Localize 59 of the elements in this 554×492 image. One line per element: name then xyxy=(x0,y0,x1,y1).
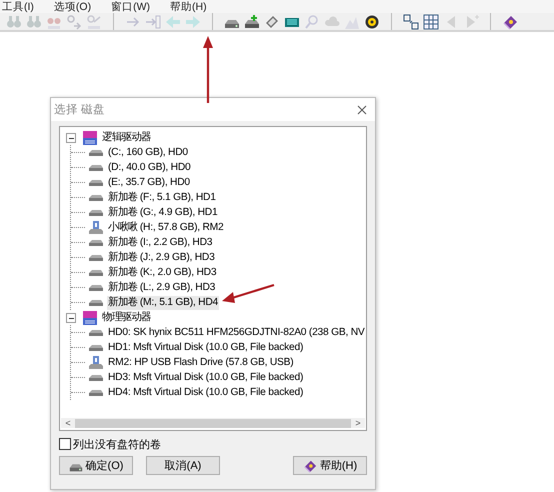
hex-logo-icon xyxy=(82,310,98,326)
drive-icon xyxy=(88,328,104,336)
menu-item[interactable]: 窗口(W) xyxy=(111,0,150,12)
expand-toggle[interactable] xyxy=(66,132,76,142)
scroll-left-arrow[interactable]: < xyxy=(61,418,75,428)
drive-icon xyxy=(88,194,104,202)
tree-item[interactable]: (E:, 35.7 GB), HD0 xyxy=(107,176,191,190)
drive-icon xyxy=(88,298,104,306)
tree-item[interactable]: HD0: SK hynix BC511 HFM256GDJTNI-82A0 (238 GB, NV xyxy=(107,326,366,340)
dialog-title: 选择 磁盘 xyxy=(54,102,106,117)
tree-item[interactable]: 新加卷 (J:, 2.9 GB), HD3 xyxy=(107,250,216,264)
tree-item[interactable]: 新加卷 (M:, 5.1 GB), HD4 xyxy=(107,296,220,310)
tree-item[interactable]: HD3: Msft Virtual Disk (10.0 GB, File backed) xyxy=(107,370,304,384)
close-icon[interactable] xyxy=(357,104,367,114)
tree-item[interactable]: HD1: Msft Virtual Disk (10.0 GB, File backed) xyxy=(107,340,304,354)
compare-icon[interactable] xyxy=(403,14,419,30)
tree-item[interactable]: 逻辑驱动器 xyxy=(101,130,152,144)
tree-item[interactable]: 新加卷 (I:, 2.2 GB), HD3 xyxy=(107,236,214,250)
tree-item[interactable]: 物理驱动器 xyxy=(101,310,152,324)
annotation-arrow xyxy=(203,36,213,103)
grid-icon[interactable] xyxy=(423,14,439,30)
hex-logo-icon xyxy=(82,130,98,146)
tree-item[interactable]: 新加卷 (L:, 2.9 GB), HD3 xyxy=(107,280,216,294)
annotation-arrow xyxy=(222,284,274,303)
dialog-button[interactable]: 帮助(H) xyxy=(293,456,367,475)
menu-item[interactable]: 帮助(H) xyxy=(170,0,207,12)
drive-icon xyxy=(88,344,104,352)
drive-icon xyxy=(88,254,104,262)
drive-icon xyxy=(88,238,104,246)
checkbox[interactable] xyxy=(59,438,71,450)
dialog-button[interactable]: 确定(O) xyxy=(59,456,133,475)
tree-item[interactable]: 新加卷 (G:, 4.9 GB), HD1 xyxy=(107,206,218,220)
book-icon[interactable] xyxy=(502,14,518,30)
expand-toggle[interactable] xyxy=(66,312,76,322)
tree-item[interactable]: 新加卷 (F:, 5.1 GB), HD1 xyxy=(107,190,217,204)
menu-item[interactable]: 工具(I) xyxy=(2,0,34,12)
drive-icon xyxy=(88,208,104,216)
book-icon xyxy=(302,458,317,472)
drive-icon xyxy=(88,284,104,292)
tree-item[interactable]: 新加卷 (K:, 2.0 GB), HD3 xyxy=(107,266,218,280)
menu-item[interactable]: 选项(O) xyxy=(54,0,92,12)
tree-item[interactable]: (C:, 160 GB), HD0 xyxy=(107,146,189,160)
drive-icon xyxy=(88,148,104,156)
drive-icon xyxy=(88,178,104,186)
tree-item[interactable]: 小啾啾 (H:, 57.8 GB), RM2 xyxy=(107,220,224,234)
drive-icon xyxy=(88,164,104,172)
usb-drive-icon xyxy=(88,220,104,236)
drive-icon xyxy=(88,268,104,276)
tree-item[interactable]: (D:, 40.0 GB), HD0 xyxy=(107,160,192,174)
drive-icon xyxy=(88,374,104,382)
disk-drive-icon[interactable] xyxy=(244,14,260,30)
dialog-button[interactable]: 取消(A) xyxy=(146,456,220,475)
drive-icon xyxy=(88,388,104,396)
tree-item[interactable]: HD4: Msft Virtual Disk (10.0 GB, File backed) xyxy=(107,386,304,400)
checkbox-label: 列出没有盘符的卷 xyxy=(73,438,161,452)
horizontal-scrollbar[interactable]: < > xyxy=(61,418,365,428)
tree-item[interactable]: RM2: HP USB Flash Drive (57.8 GB, USB) xyxy=(107,356,294,370)
usb-drive-icon xyxy=(88,354,104,370)
scroll-right-arrow[interactable]: > xyxy=(351,418,365,428)
